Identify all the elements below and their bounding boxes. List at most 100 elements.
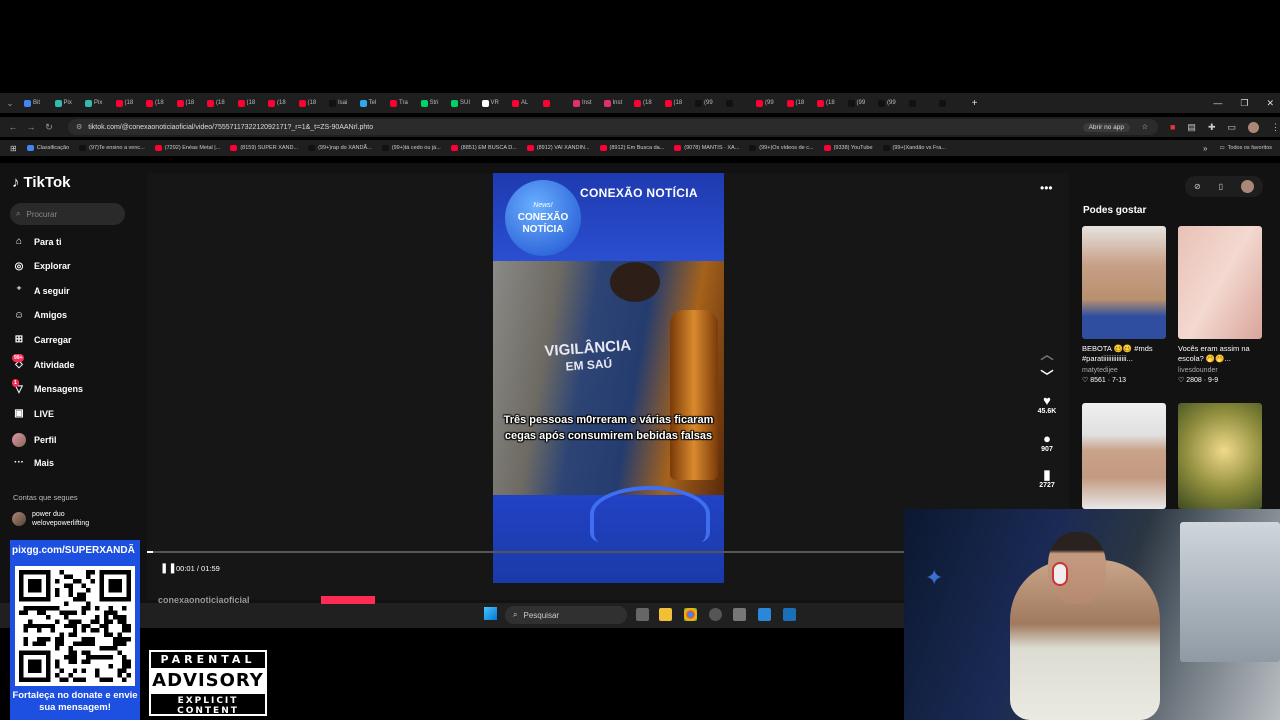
- browser-tab[interactable]: (99: [752, 93, 783, 113]
- app-icon[interactable]: [709, 608, 722, 621]
- video-progress-track[interactable]: [147, 551, 904, 553]
- sidebar-item-carregar[interactable]: ⊞ Carregar: [12, 334, 132, 345]
- bookmark-item[interactable]: (8912) VAI XANDIN...: [526, 145, 590, 151]
- app-icon[interactable]: [758, 608, 771, 621]
- sidebar-item-mensagens[interactable]: ▽ 1 Mensagens: [12, 378, 132, 395]
- bookmark-item[interactable]: (99+)Xandão vs Fra...: [882, 145, 946, 151]
- browser-tab[interactable]: Inst: [569, 93, 600, 113]
- phone-icon[interactable]: ▯: [1219, 182, 1223, 191]
- file-explorer-icon[interactable]: [659, 608, 672, 621]
- browser-tab[interactable]: Isai: [325, 93, 356, 113]
- tab-search-icon[interactable]: ⌄: [0, 98, 20, 109]
- video-owner-name[interactable]: conexaonoticiaoficial: [158, 595, 250, 605]
- settings-icon[interactable]: [733, 608, 746, 621]
- bookmark-item[interactable]: (97)Te ensino a venc...: [79, 145, 145, 151]
- overflow-chevron-icon[interactable]: »: [1203, 144, 1207, 153]
- close-icon[interactable]: ✕: [1266, 98, 1274, 109]
- sidebar-item-para-ti[interactable]: ⌂ Para ti: [12, 236, 132, 247]
- sidebar-item-mais[interactable]: ··· Mais: [12, 457, 132, 468]
- bookmark-item[interactable]: (8851) EM BUSCA D...: [450, 145, 517, 151]
- site-info-icon[interactable]: ⚙: [76, 123, 82, 131]
- bookmark-item[interactable]: (8912) Em Busca da...: [599, 145, 664, 151]
- browser-tab[interactable]: (18: [173, 93, 204, 113]
- more-options-icon[interactable]: •••: [1040, 181, 1053, 195]
- maximize-icon[interactable]: ❐: [1240, 98, 1248, 109]
- task-view-icon[interactable]: [636, 608, 649, 621]
- suggestion-card[interactable]: Vocês eram assim na escola? 🤭🤭... livesd…: [1178, 226, 1262, 384]
- browser-tab[interactable]: Stri: [417, 93, 448, 113]
- save-button[interactable]: ▮ 2727: [1034, 468, 1060, 490]
- sidebar-item-explorar[interactable]: ◎ Explorar: [12, 261, 132, 272]
- bookmark-item[interactable]: (8159) SUPER XAND...: [230, 145, 298, 151]
- app-icon[interactable]: [783, 608, 796, 621]
- comment-button[interactable]: ● 907: [1034, 432, 1060, 454]
- avatar[interactable]: [1248, 121, 1259, 133]
- suggestion-thumbnail[interactable]: [1082, 403, 1166, 509]
- browser-tab[interactable]: Tra: [386, 93, 417, 113]
- browser-tab[interactable]: (18: [630, 93, 661, 113]
- follow-button[interactable]: [321, 596, 375, 604]
- browser-tab[interactable]: Bit: [20, 93, 51, 113]
- new-tab-icon[interactable]: +: [966, 98, 984, 109]
- pause-icon[interactable]: ❚❚: [160, 563, 177, 574]
- taskbar-search-input[interactable]: ⌕ Pesquisar: [505, 606, 627, 624]
- browser-tab[interactable]: (18: [112, 93, 143, 113]
- browser-tab[interactable]: (99: [691, 93, 722, 113]
- browser-tab[interactable]: VR: [478, 93, 509, 113]
- search-input[interactable]: ⌕ Procurar: [10, 203, 125, 225]
- apps-icon[interactable]: ⊞: [10, 144, 17, 153]
- bookmark-item[interactable]: (9338) YouTube: [823, 145, 873, 151]
- browser-tab[interactable]: (18: [295, 93, 326, 113]
- coins-icon[interactable]: ⊘: [1194, 182, 1201, 191]
- sidebar-item-live[interactable]: ▣ LIVE: [12, 408, 132, 419]
- sidebar-item-a-seguir[interactable]: ⁺ A seguir: [12, 285, 132, 296]
- url-field[interactable]: ⚙ tiktok.com/@conexaonoticiaoficial/vide…: [68, 119, 1158, 135]
- open-app-button[interactable]: Abrir no app: [1082, 122, 1130, 132]
- windows-start-icon[interactable]: [484, 607, 497, 620]
- browser-tab[interactable]: AL: [508, 93, 539, 113]
- browser-tab[interactable]: (18: [813, 93, 844, 113]
- suggestion-card[interactable]: BEBOTA 🥴🥴 #mds #paratiiiiiiiiiiiiii... m…: [1082, 226, 1166, 384]
- avatar[interactable]: [1240, 180, 1254, 193]
- forward-icon[interactable]: →: [22, 122, 40, 132]
- following-item[interactable]: power duo welovepowerlifting: [12, 510, 89, 528]
- sidebar-item-atividade[interactable]: ◇ 99+ Atividade: [12, 354, 132, 370]
- browser-tab[interactable]: Inst: [600, 93, 631, 113]
- browser-tab[interactable]: (99: [844, 93, 875, 113]
- sidebar-item-amigos[interactable]: ☺ Amigos: [12, 310, 132, 321]
- bookmark-item[interactable]: (99+)tá cedo ou já...: [381, 145, 441, 151]
- browser-tab[interactable]: (18: [264, 93, 295, 113]
- browser-tab[interactable]: [539, 93, 570, 113]
- bookmark-item[interactable]: (9078) MANTIS · XA...: [674, 145, 739, 151]
- browser-tab[interactable]: Pix: [81, 93, 112, 113]
- chrome-icon[interactable]: [684, 608, 697, 621]
- next-video-icon[interactable]: ﹀: [1034, 370, 1060, 384]
- bookmark-item[interactable]: Classificação: [26, 145, 69, 151]
- sidebar-item-perfil[interactable]: Perfil: [12, 432, 132, 447]
- extension-icon[interactable]: ■: [1170, 122, 1175, 133]
- browser-tab[interactable]: (18: [203, 93, 234, 113]
- browser-tab[interactable]: Tel: [356, 93, 387, 113]
- like-button[interactable]: ♥ 45.6K: [1034, 394, 1060, 416]
- menu-icon[interactable]: ⋮: [1271, 122, 1280, 133]
- tiktok-logo[interactable]: ♪ TikTok: [12, 174, 70, 191]
- browser-tab[interactable]: (18: [234, 93, 265, 113]
- browser-tab[interactable]: (18: [661, 93, 692, 113]
- bookmark-star-icon[interactable]: ☆: [1142, 123, 1148, 131]
- all-favorites-folder[interactable]: ▭ Todos os favoritos: [1219, 145, 1272, 151]
- bookmark-item[interactable]: (99+)rap do XANDÃ...: [308, 145, 372, 151]
- browser-tab[interactable]: [935, 93, 966, 113]
- browser-tab[interactable]: (18: [142, 93, 173, 113]
- browser-tab[interactable]: [905, 93, 936, 113]
- browser-tab[interactable]: [722, 93, 753, 113]
- reload-icon[interactable]: ↻: [40, 122, 58, 133]
- bookmark-item[interactable]: (99+)Os vídeos de c...: [749, 145, 814, 151]
- media-icon[interactable]: ▤: [1187, 122, 1196, 133]
- browser-tab[interactable]: (99: [874, 93, 905, 113]
- cast-icon[interactable]: ▭: [1227, 122, 1236, 133]
- suggestion-thumbnail[interactable]: [1178, 403, 1262, 509]
- puzzle-icon[interactable]: ✚: [1208, 122, 1216, 133]
- minimize-icon[interactable]: —: [1213, 98, 1222, 108]
- previous-video-icon[interactable]: ︿: [1034, 348, 1060, 362]
- bookmark-item[interactable]: (7292) Enéas Metal |...: [154, 145, 220, 151]
